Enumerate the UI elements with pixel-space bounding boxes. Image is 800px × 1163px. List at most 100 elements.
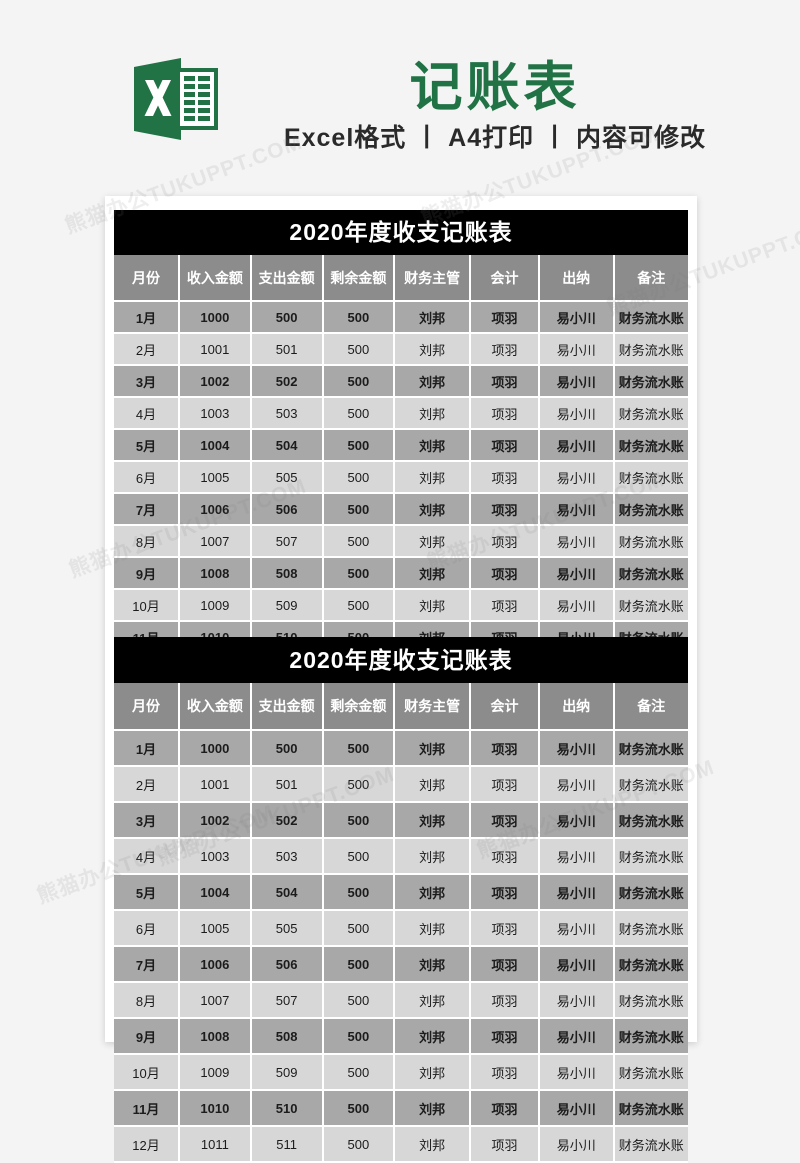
table-cell: 1月 [114,302,180,334]
table-cell: 509 [251,590,324,622]
table-cell: 500 [323,494,396,526]
table-row: 11月1010510500刘邦项羽易小川财务流水账 [114,1091,688,1127]
table-cell: 500 [323,558,396,590]
table-cell: 502 [251,366,324,398]
table-cell: 500 [251,302,324,334]
table-cell: 财务流水账 [614,911,688,947]
table-cell: 500 [323,526,396,558]
table-header: 月份 收入金额 支出金额 剩余金额 财务主管 会计 出纳 备注 [114,255,688,302]
table-cell: 506 [251,494,324,526]
table-cell: 500 [323,1019,396,1055]
table-cell: 财务流水账 [614,1019,688,1055]
promo-title: 记账表 [409,58,581,117]
column-header: 月份 [114,255,180,302]
table-cell: 500 [323,947,396,983]
table-cell: 刘邦 [395,398,472,430]
table-cell: 500 [323,875,396,911]
table-cell: 505 [251,911,324,947]
table-cell: 2月 [114,334,180,366]
table-cell: 1004 [180,875,252,911]
table-cell: 项羽 [471,558,540,590]
table-cell: 1011 [180,1127,252,1163]
table-cell: 1006 [180,947,252,983]
table-cell: 刘邦 [395,1127,472,1163]
table-cell: 7月 [114,494,180,526]
table-row: 4月 1003 503 500 刘邦 项羽 易小川 财务流水账 [114,398,688,430]
table-cell: 易小川 [539,398,615,430]
table-cell: 501 [251,767,324,803]
table-cell: 刘邦 [395,334,472,366]
table-cell: 项羽 [471,875,540,911]
table-cell: 刘邦 [395,558,472,590]
table-cell: 财务流水账 [614,334,688,366]
table-cell: 刘邦 [395,1019,472,1055]
table-cell: 项羽 [471,839,540,875]
table-cell: 项羽 [471,803,540,839]
table-cell: 易小川 [539,1055,615,1091]
table-cell: 500 [323,767,396,803]
table-title: 2020年度收支记账表 [114,637,688,683]
table-cell: 易小川 [539,947,615,983]
table-cell: 财务流水账 [614,731,688,767]
column-header: 剩余金额 [323,255,396,302]
table-cell: 500 [323,803,396,839]
ledger-table-2-block: 2020年度收支记账表 月份 收入金额 支出金额 剩余金额 财务主管 会计 出纳 备注 1月 1… [114,637,688,1163]
table-cell: 500 [323,1055,396,1091]
table-cell: 500 [323,1127,396,1163]
table-cell: 506 [251,947,324,983]
table-cell: 项羽 [471,947,540,983]
table-cell: 9月 [114,558,180,590]
table-cell: 1003 [180,839,252,875]
table-cell: 1003 [180,398,252,430]
promo-subtitle: Excel格式 丨 A4打印 丨 内容可修改 [283,124,707,152]
table-cell: 500 [323,302,396,334]
table-cell: 500 [323,839,396,875]
table-row: 8月 1007 507 500 刘邦 项羽 易小川 财务流水账 [114,526,688,558]
table-row: 10月 1009 509 500 刘邦 项羽 易小川 财务流水账 [114,1055,688,1091]
table-cell: 1007 [180,526,252,558]
table-cell: 项羽 [471,334,540,366]
column-header: 财务主管 [395,255,472,302]
table-cell: 易小川 [539,767,615,803]
table-cell: 507 [251,983,324,1019]
table-cell: 财务流水账 [614,875,688,911]
table-cell: 刘邦 [395,767,472,803]
column-header: 出纳 [539,683,615,731]
table-cell: 1005 [180,462,252,494]
table-row: 3月 1002 502 500 刘邦 项羽 易小川 财务流水账 [114,803,688,839]
table-cell: 1000 [180,302,252,334]
promo-header: 记账表 Excel格式 丨 A4打印 丨 内容可修改 [0,0,800,190]
table-row: 6月 1005 505 500 刘邦 项羽 易小川 财务流水账 [114,462,688,494]
table-cell: 刘邦 [395,911,472,947]
table-cell: 刘邦 [395,875,472,911]
table-cell: 6月 [114,911,180,947]
table-cell: 刘邦 [395,462,472,494]
table-cell: 509 [251,1055,324,1091]
column-header: 收入金额 [180,683,252,731]
table-row: 7月 1006 506 500 刘邦 项羽 易小川 财务流水账 [114,494,688,526]
table-cell: 502 [251,803,324,839]
table-cell: 项羽 [471,1055,540,1091]
table-cell: 511 [251,1127,324,1163]
table-title: 2020年度收支记账表 [114,210,688,255]
table-row: 8月 1007 507 500 刘邦 项羽 易小川 财务流水账 [114,983,688,1019]
table-cell: 财务流水账 [614,839,688,875]
table-cell: 4月 [114,839,180,875]
table-cell: 易小川 [539,875,615,911]
table-cell: 5月 [114,430,180,462]
table-cell: 1008 [180,1019,252,1055]
table-cell: 财务流水账 [614,302,688,334]
table-cell: 项羽 [471,1091,540,1127]
table-cell: 易小川 [539,430,615,462]
table-cell: 刘邦 [395,1055,472,1091]
column-header: 备注 [614,255,688,302]
table-cell: 8月 [114,526,180,558]
table-cell: 易小川 [539,526,615,558]
table-cell: 7月 [114,947,180,983]
table-cell: 1007 [180,983,252,1019]
table-cell: 财务流水账 [614,558,688,590]
table-cell: 507 [251,526,324,558]
table-cell: 刘邦 [395,302,472,334]
table-cell: 500 [323,983,396,1019]
table-cell: 易小川 [539,839,615,875]
